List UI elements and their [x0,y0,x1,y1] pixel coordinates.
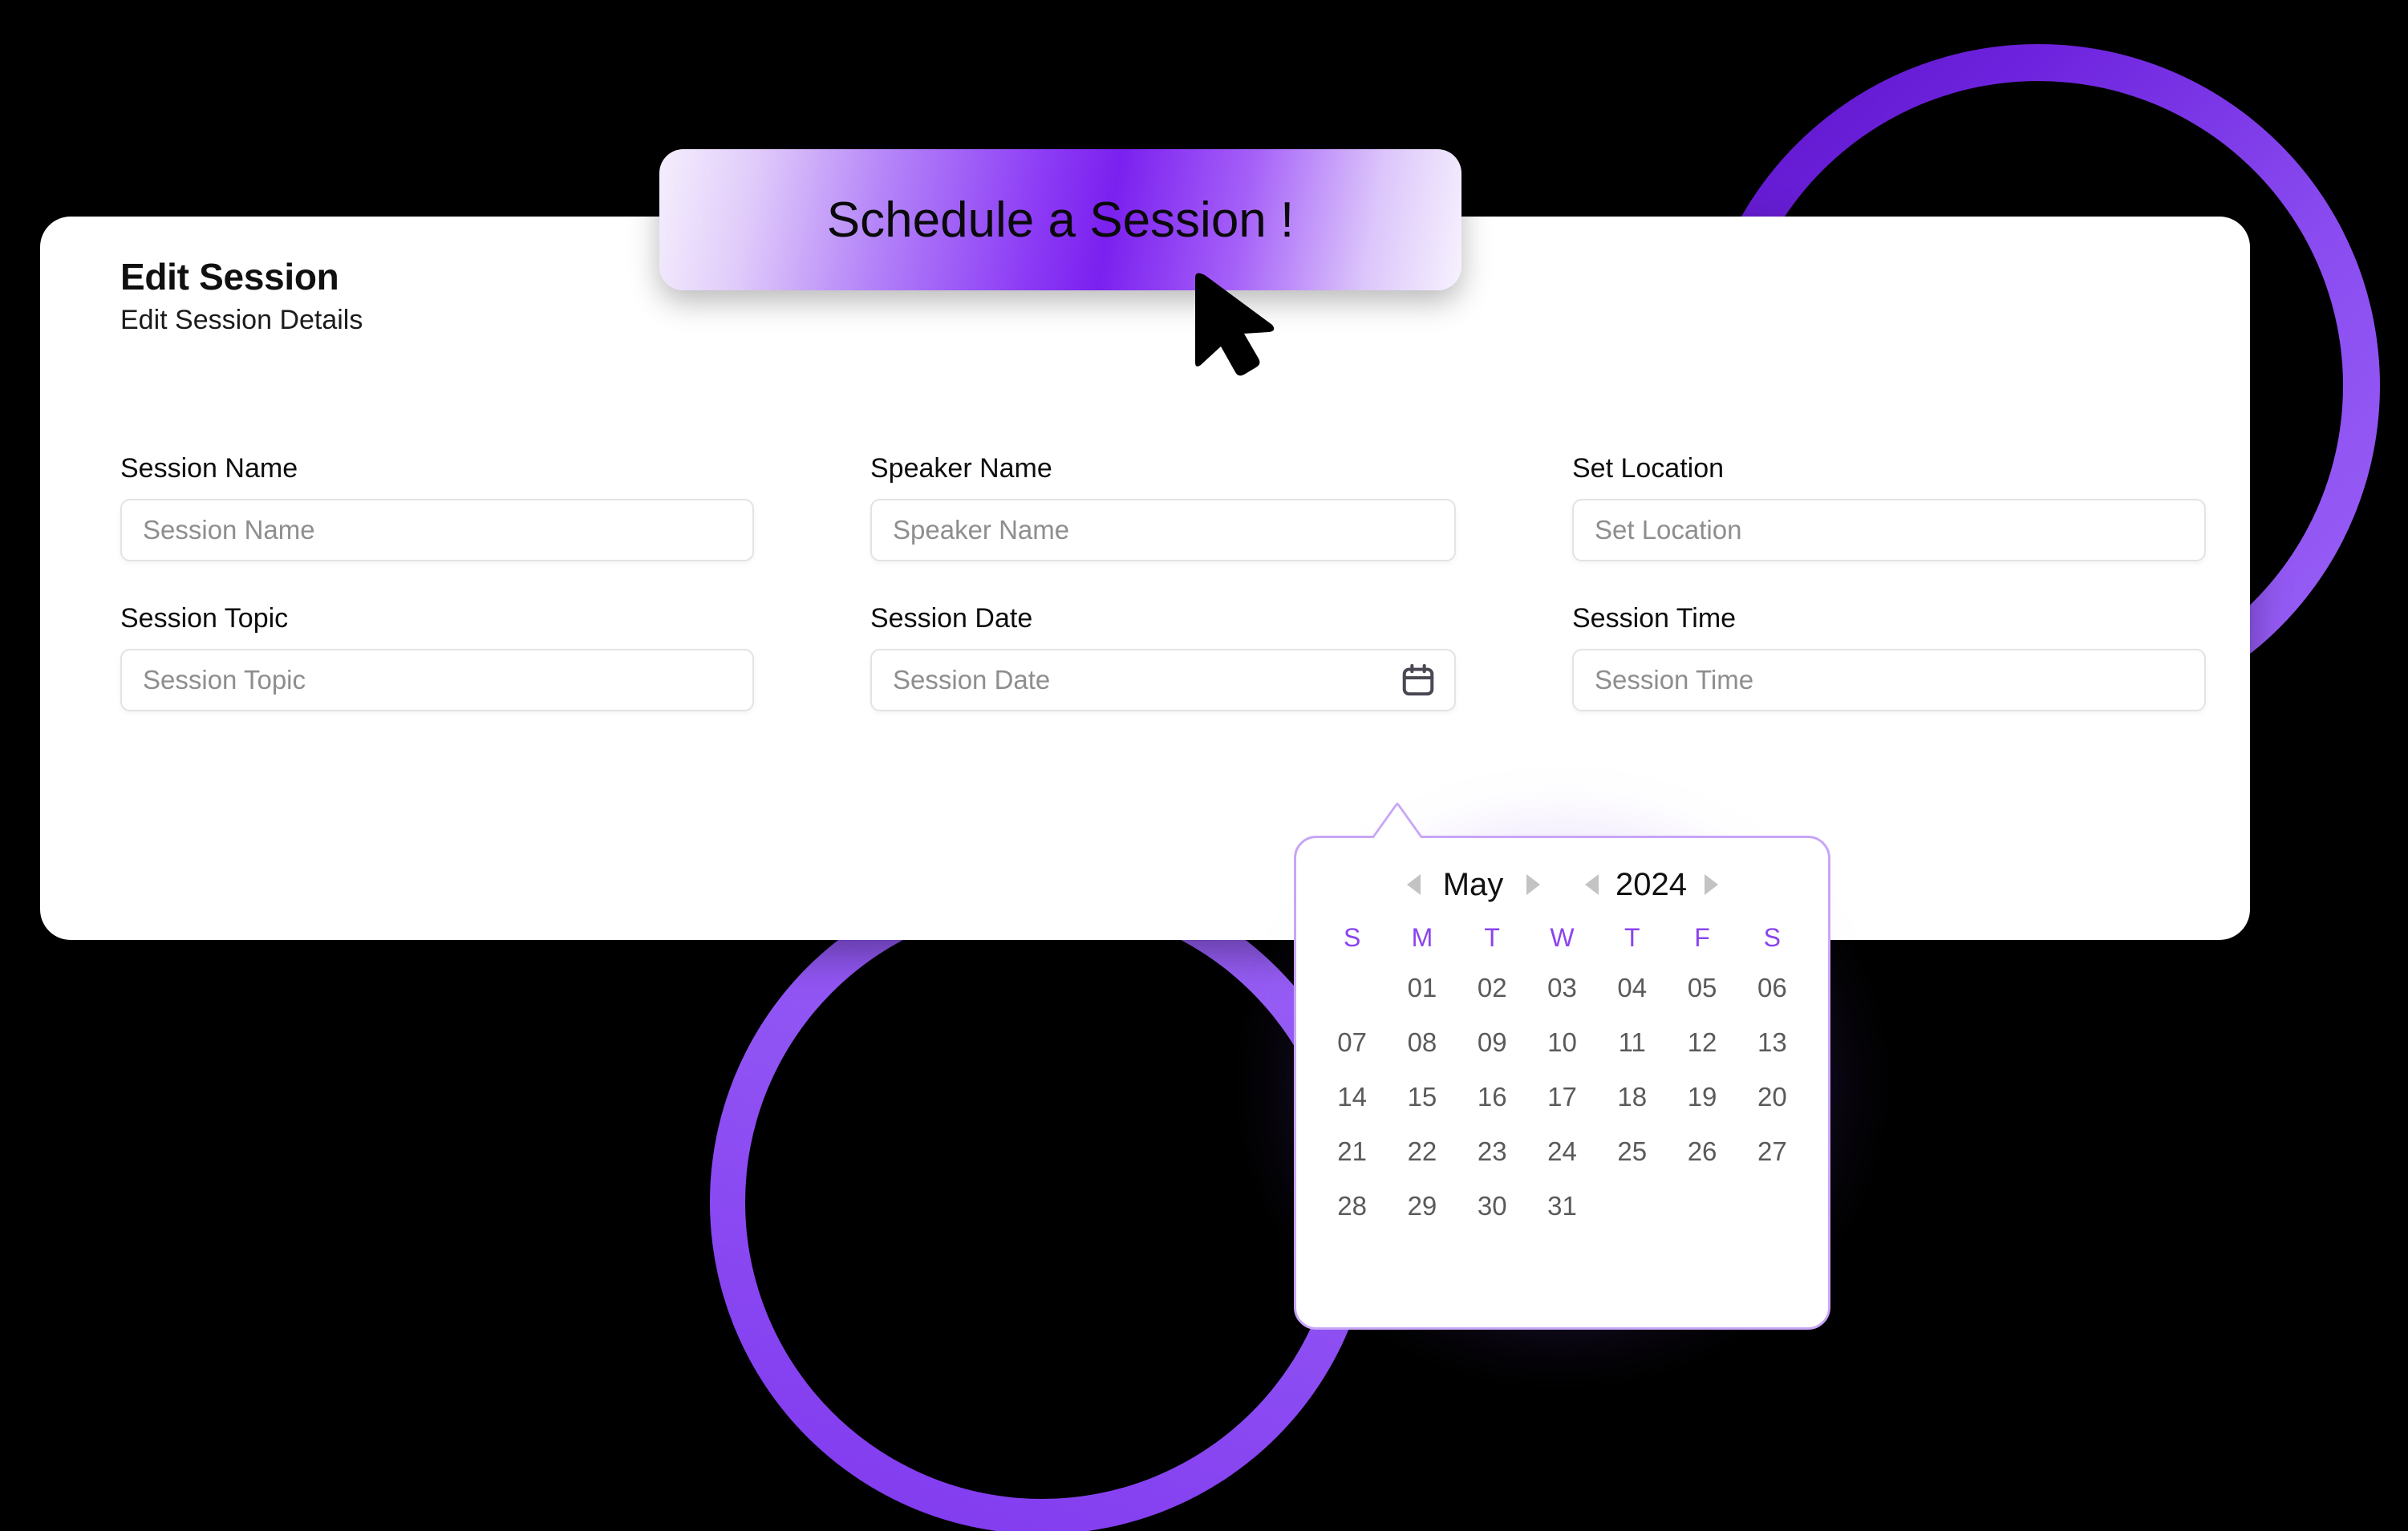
weekday-header-row: SMTWTFS [1317,918,1807,961]
calendar-grid: 01 02 03 04 05 06 07 08 09 10 11 12 13 14 15 16 17 18 19 20… [1317,961,1807,1233]
calendar-day-20[interactable]: 20 [1737,1070,1807,1124]
calendar-day-04[interactable]: 04 [1597,961,1667,1015]
weekday-label-3: W [1550,923,1575,952]
calendar-day-30[interactable]: 30 [1457,1179,1527,1233]
calendar-day-08[interactable]: 08 [1387,1015,1457,1070]
calendar-day-31[interactable]: 31 [1527,1179,1597,1233]
weekday-label-4: T [1624,923,1640,952]
field-session-date: Session Date Session Date [870,603,1456,711]
current-month-label: May [1442,866,1504,902]
calendar-day-11[interactable]: 11 [1597,1015,1667,1070]
field-session-name: Session Name Session Name [120,453,754,561]
weekday-label-6: S [1763,923,1782,952]
calendar-day-empty [1597,1179,1667,1233]
session-time-input[interactable]: Session Time [1572,649,2206,711]
session-form: Session Name Session Name Speaker Name S… [120,453,2206,711]
calendar-day-01[interactable]: 01 [1387,961,1457,1015]
calendar-day-27[interactable]: 27 [1737,1124,1807,1179]
calendar-week-row: 21 22 23 24 25 26 27 [1317,1124,1807,1179]
chevron-right-icon-month[interactable] [1526,874,1540,895]
chevron-left-icon-year[interactable] [1584,874,1599,895]
weekday-label-0: S [1343,923,1361,952]
calendar-icon[interactable] [1400,662,1437,699]
calendar-week-row: 01 02 03 04 05 06 [1317,961,1807,1015]
weekday-label-2: T [1484,923,1500,952]
month-selector: May [1406,866,1540,903]
year-selector: 2024 [1584,866,1718,903]
field-label-session-time: Session Time [1572,603,1737,634]
field-speaker-name: Speaker Name Speaker Name [870,453,1456,561]
calendar-day-14[interactable]: 14 [1317,1070,1387,1124]
session-time-placeholder: Session Time [1595,665,1754,695]
schedule-session-badge[interactable]: Schedule a Session ! [659,149,1461,290]
field-set-location: Set Location Set Location [1572,453,2206,561]
calendar-day-23[interactable]: 23 [1457,1124,1527,1179]
calendar-day-18[interactable]: 18 [1597,1070,1667,1124]
speaker-name-placeholder: Speaker Name [893,515,1070,545]
field-label-session-name: Session Name [120,453,298,484]
calendar-day-empty [1317,961,1387,1015]
field-label-session-topic: Session Topic [120,603,289,634]
calendar-day-09[interactable]: 09 [1457,1015,1527,1070]
date-picker-nav: May 2024 [1317,856,1807,913]
schedule-session-badge-label: Schedule a Session ! [826,192,1295,248]
calendar-day-17[interactable]: 17 [1527,1070,1597,1124]
calendar-day-13[interactable]: 13 [1737,1015,1807,1070]
session-date-placeholder: Session Date [893,665,1051,695]
calendar-day-10[interactable]: 10 [1527,1015,1597,1070]
calendar-day-03[interactable]: 03 [1527,961,1597,1015]
screen-root: Edit Session Edit Session Details Sessio… [0,0,2408,1531]
session-name-placeholder: Session Name [143,515,315,545]
date-picker-pointer-arrow [1373,805,1421,839]
field-session-time: Session Time Session Time [1572,603,2206,711]
session-name-input[interactable]: Session Name [120,499,754,561]
calendar-day-21[interactable]: 21 [1317,1124,1387,1179]
calendar-day-empty [1737,1179,1807,1233]
calendar-day-05[interactable]: 05 [1667,961,1737,1015]
calendar-day-07[interactable]: 07 [1317,1015,1387,1070]
calendar-day-26[interactable]: 26 [1667,1124,1737,1179]
chevron-left-icon-month[interactable] [1406,874,1421,895]
calendar-day-19[interactable]: 19 [1667,1070,1737,1124]
chevron-right-icon-year[interactable] [1704,874,1718,895]
field-label-set-location: Set Location [1572,453,1725,484]
weekday-label-5: F [1694,923,1710,952]
session-topic-input[interactable]: Session Topic [120,649,754,711]
calendar-week-row: 07 08 09 10 11 12 13 [1317,1015,1807,1070]
weekday-label-1: M [1411,923,1433,952]
set-location-placeholder: Set Location [1595,515,1742,545]
calendar-day-15[interactable]: 15 [1387,1070,1457,1124]
set-location-input[interactable]: Set Location [1572,499,2206,561]
calendar-day-16[interactable]: 16 [1457,1070,1527,1124]
calendar-day-empty [1667,1179,1737,1233]
field-session-topic: Session Topic Session Topic [120,603,754,711]
speaker-name-input[interactable]: Speaker Name [870,499,1456,561]
session-date-input[interactable]: Session Date [870,649,1456,711]
calendar-day-25[interactable]: 25 [1597,1124,1667,1179]
field-label-session-date: Session Date [870,603,1033,634]
calendar-day-12[interactable]: 12 [1667,1015,1737,1070]
calendar-day-28[interactable]: 28 [1317,1179,1387,1233]
session-topic-placeholder: Session Topic [143,665,306,695]
calendar-day-22[interactable]: 22 [1387,1124,1457,1179]
field-label-speaker-name: Speaker Name [870,453,1052,484]
calendar-day-24[interactable]: 24 [1527,1124,1597,1179]
date-picker-popup: May 2024 SMTWTFS 01 02 03 04 05 06 07 08 09 10 11 1… [1294,836,1830,1330]
current-year-label: 2024 [1615,866,1687,902]
calendar-day-29[interactable]: 29 [1387,1179,1457,1233]
calendar-week-row: 28 29 30 31 [1317,1179,1807,1233]
page-subtitle: Edit Session Details [120,305,363,335]
calendar-week-row: 14 15 16 17 18 19 20 [1317,1070,1807,1124]
calendar-day-06[interactable]: 06 [1737,961,1807,1015]
calendar-day-02[interactable]: 02 [1457,961,1527,1015]
edit-session-card: Edit Session Edit Session Details Sessio… [40,217,2250,940]
